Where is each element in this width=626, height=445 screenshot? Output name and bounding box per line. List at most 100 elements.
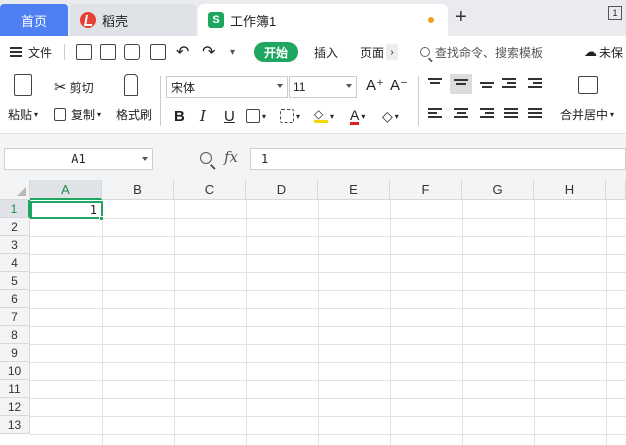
row-header[interactable]: 4 [0, 254, 30, 272]
column-header[interactable]: E [318, 180, 390, 200]
function-icon[interactable]: fx [224, 148, 238, 166]
border-button[interactable]: ▾ [246, 104, 266, 128]
fill-color-button[interactable]: ◇ ▾ [314, 104, 334, 128]
row-header[interactable]: 11 [0, 380, 30, 398]
tab-bar: 首页 稻壳 S 工作簿1 + 1 [0, 0, 626, 36]
increase-indent-icon[interactable] [528, 78, 542, 90]
save-button[interactable] [76, 36, 92, 68]
decrease-indent-icon[interactable] [502, 78, 516, 90]
new-tab-button[interactable]: + [455, 6, 467, 29]
zoom-icon[interactable] [200, 152, 212, 164]
row-header[interactable]: 9 [0, 344, 30, 362]
select-all-button[interactable] [0, 180, 30, 200]
bold-button[interactable]: B [174, 104, 185, 128]
column-header[interactable]: F [390, 180, 462, 200]
merge-center-icon-button[interactable] [578, 76, 598, 94]
gridline [30, 272, 626, 273]
justify-icon[interactable] [504, 108, 518, 120]
gridline [30, 236, 626, 237]
print-button[interactable] [124, 36, 140, 68]
increase-font-button[interactable]: A⁺ [366, 76, 384, 94]
sync-status[interactable]: ☁ 未保 [584, 36, 623, 68]
gridline [30, 308, 626, 309]
spreadsheet-grid: A B C D E F G H 1 2 3 4 5 6 7 8 9 10 11 … [0, 180, 626, 445]
gridline [30, 398, 626, 399]
search-input[interactable]: 查找命令、搜索模板 [420, 36, 543, 68]
column-header[interactable]: A [30, 180, 102, 200]
scissors-icon: ✂ [54, 79, 67, 96]
row-header[interactable]: 10 [0, 362, 30, 380]
row-header[interactable]: 8 [0, 326, 30, 344]
tab-daoke[interactable]: 稻壳 [70, 4, 196, 36]
underline-button[interactable]: U [224, 104, 235, 128]
copy-button[interactable]: 复制 ▾ [54, 106, 101, 123]
chevron-right-icon[interactable]: › [386, 44, 399, 60]
undo-icon: ↶ [176, 44, 190, 61]
align-right-icon[interactable] [480, 108, 494, 120]
eraser-icon: ◇ [382, 107, 393, 124]
chevron-down-icon: ▾ [34, 110, 39, 119]
fill-handle[interactable] [99, 216, 104, 221]
italic-icon: I [200, 107, 206, 125]
align-top-icon[interactable] [428, 78, 442, 90]
cut-label: 剪切 [69, 80, 94, 95]
sync-status-label: 未保 [599, 45, 624, 60]
tab-document[interactable]: S 工作簿1 [198, 4, 448, 36]
name-box-value: A1 [71, 152, 86, 166]
clear-format-button[interactable]: ◇ ▾ [382, 104, 399, 128]
gridline [30, 416, 626, 417]
column-header-partial[interactable] [606, 180, 626, 200]
align-bottom-icon[interactable] [480, 82, 494, 94]
row-header[interactable]: 6 [0, 290, 30, 308]
column-header[interactable]: B [102, 180, 174, 200]
font-size-select[interactable]: 11 [289, 76, 357, 98]
format-painter-button[interactable]: 格式刷 [116, 106, 152, 123]
decrease-font-button[interactable]: A⁻ [390, 76, 408, 94]
paste-button[interactable] [14, 74, 32, 96]
italic-button[interactable]: I [200, 104, 206, 128]
paste-dropdown[interactable]: 粘贴 ▾ [8, 106, 38, 123]
distribute-icon[interactable] [528, 108, 542, 120]
tab-start[interactable]: 开始 [254, 42, 298, 62]
tab-insert[interactable]: 插入 [314, 36, 338, 68]
tab-page[interactable]: 页面 › [360, 36, 399, 68]
divider [160, 76, 161, 126]
tab-home[interactable]: 首页 [0, 4, 68, 36]
undo-button[interactable]: ↶ [176, 36, 189, 68]
formula-input[interactable]: 1 [250, 148, 626, 170]
row-header[interactable]: 5 [0, 272, 30, 290]
cut-button[interactable]: ✂ 剪切 [54, 78, 94, 96]
column-header[interactable]: C [174, 180, 246, 200]
row-header[interactable]: 7 [0, 308, 30, 326]
export-pdf-button[interactable] [100, 36, 116, 68]
redo-button[interactable]: ↷ [202, 36, 215, 68]
chevron-down-icon: ▾ [610, 110, 615, 119]
align-center-icon[interactable] [454, 108, 468, 120]
font-name-select[interactable]: 宋体 [166, 76, 288, 98]
cell-style-button[interactable]: ▾ [280, 104, 300, 128]
name-box[interactable]: A1 [4, 148, 153, 170]
column-header[interactable]: D [246, 180, 318, 200]
column-header[interactable]: H [534, 180, 606, 200]
print-preview-button[interactable] [150, 36, 166, 68]
quick-access-dropdown[interactable]: ▾ [230, 36, 235, 68]
bold-icon: B [174, 107, 185, 125]
row-header[interactable]: 3 [0, 236, 30, 254]
column-header[interactable]: G [462, 180, 534, 200]
format-painter-icon-button[interactable] [124, 74, 138, 96]
row-header[interactable]: 12 [0, 398, 30, 416]
align-middle-icon[interactable] [450, 74, 472, 94]
row-header[interactable]: 1 [0, 200, 30, 218]
window-count-badge[interactable]: 1 [608, 6, 622, 20]
row-header[interactable]: 2 [0, 218, 30, 236]
chevron-down-icon: ▾ [230, 46, 236, 58]
chevron-down-icon: ▾ [296, 111, 301, 121]
row-header[interactable]: 13 [0, 416, 30, 434]
paste-label: 粘贴 [8, 108, 33, 122]
divider [418, 76, 419, 126]
file-menu[interactable]: 文件 [10, 36, 52, 68]
align-left-icon[interactable] [428, 108, 442, 120]
merge-center-button[interactable]: 合并居中 ▾ [560, 106, 614, 123]
font-color-button[interactable]: A ▾ [350, 104, 365, 128]
active-cell-a1[interactable]: 1 [30, 201, 103, 219]
